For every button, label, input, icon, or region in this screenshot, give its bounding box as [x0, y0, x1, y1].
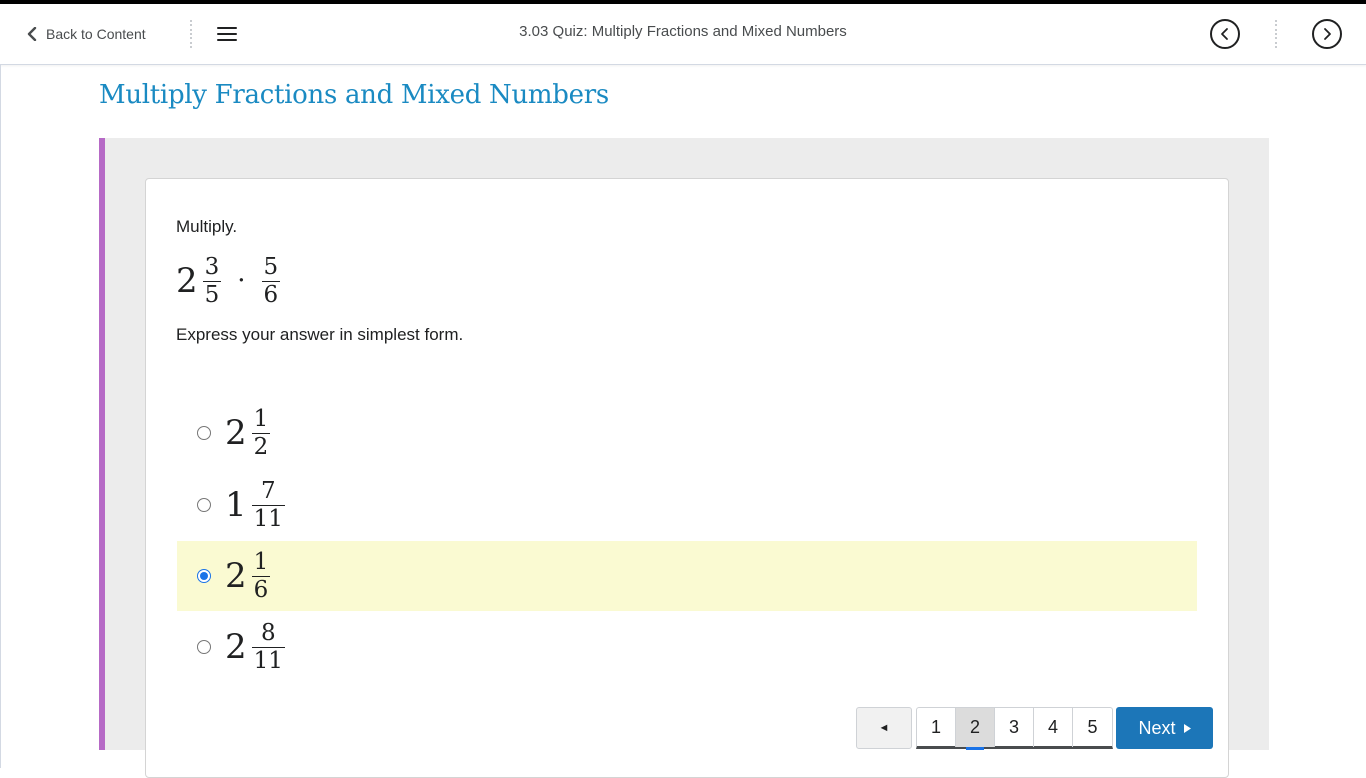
- fraction-denominator: 5: [202, 280, 222, 308]
- left-border: [0, 65, 1, 768]
- page-number-3[interactable]: 3: [995, 708, 1034, 747]
- option-fraction: 7 11: [251, 478, 285, 532]
- radio-button[interactable]: [197, 426, 211, 440]
- previous-page-button[interactable]: ◄: [856, 707, 912, 749]
- fraction-numerator: 7: [260, 478, 276, 505]
- triangle-right-icon: [1183, 723, 1191, 733]
- chevron-left-icon: [27, 27, 37, 41]
- fraction-denominator: 2: [251, 432, 271, 460]
- top-navbar: Back to Content 3.03 Quiz: Multiply Frac…: [0, 4, 1366, 65]
- circle-chevron-right-icon: [1324, 28, 1331, 40]
- answer-option-2[interactable]: 1 7 11: [177, 470, 1197, 540]
- fraction-numerator: 8: [260, 620, 276, 647]
- back-link-label: Back to Content: [46, 26, 146, 42]
- page-number-5[interactable]: 5: [1073, 708, 1112, 747]
- answer-option-3[interactable]: 2 1 6: [177, 541, 1197, 611]
- option-whole: 2: [225, 413, 247, 453]
- menu-icon[interactable]: [217, 26, 237, 42]
- next-button-label: Next: [1138, 717, 1176, 738]
- radio-button[interactable]: [197, 640, 211, 654]
- next-button[interactable]: Next: [1116, 707, 1213, 749]
- fraction-denominator: 6: [251, 575, 271, 603]
- option-mixed-number: 2 8 11: [225, 620, 287, 674]
- page-number-1[interactable]: 1: [917, 708, 956, 747]
- fraction-numerator: 1: [253, 406, 269, 433]
- radio-button[interactable]: [197, 498, 211, 512]
- divider-dots: [1274, 20, 1278, 48]
- option-fraction: 1 6: [251, 549, 271, 603]
- option-fraction: 1 2: [251, 406, 271, 460]
- back-to-content-link[interactable]: Back to Content: [26, 23, 146, 45]
- option-mixed-number: 1 7 11: [225, 478, 287, 532]
- question-expression: 2 3 5 · 5 6: [176, 252, 282, 310]
- option-mixed-number: 2 1 6: [225, 549, 272, 603]
- option-whole: 2: [225, 556, 247, 596]
- fraction-numerator: 5: [263, 254, 279, 281]
- option-mixed-number: 2 1 2: [225, 406, 272, 460]
- fraction-denominator: 11: [251, 504, 285, 532]
- expression-fraction-2: 5 6: [261, 254, 281, 308]
- fraction-numerator: 3: [204, 254, 220, 281]
- fraction-numerator: 1: [253, 549, 269, 576]
- previous-topic-button[interactable]: [1210, 19, 1240, 49]
- triangle-left-icon: ◄: [878, 722, 890, 734]
- option-whole: 1: [225, 485, 247, 525]
- answer-option-1[interactable]: 2 1 2: [177, 398, 1197, 468]
- option-fraction: 8 11: [251, 620, 285, 674]
- radio-button-checked[interactable]: [197, 569, 211, 583]
- divider-dots: [189, 20, 193, 48]
- fraction-denominator: 11: [251, 646, 285, 674]
- quiz-title: 3.03 Quiz: Multiply Fractions and Mixed …: [519, 23, 847, 40]
- page-number-list: 1 2 3 4 5: [916, 707, 1113, 750]
- multiply-operator: ·: [237, 266, 246, 296]
- page-number-2-current[interactable]: 2: [956, 708, 995, 750]
- answer-hint: Express your answer in simplest form.: [176, 325, 464, 344]
- next-topic-button[interactable]: [1312, 19, 1342, 49]
- circle-chevron-left-icon: [1221, 28, 1228, 40]
- option-whole: 2: [225, 627, 247, 667]
- expression-whole: 2: [176, 261, 198, 301]
- expression-fraction-1: 3 5: [202, 254, 222, 308]
- question-instruction: Multiply.: [176, 217, 238, 236]
- answer-option-4[interactable]: 2 8 11: [177, 612, 1197, 682]
- page-title: Multiply Fractions and Mixed Numbers: [99, 80, 609, 110]
- page-number-4[interactable]: 4: [1034, 708, 1073, 747]
- fraction-denominator: 6: [261, 280, 281, 308]
